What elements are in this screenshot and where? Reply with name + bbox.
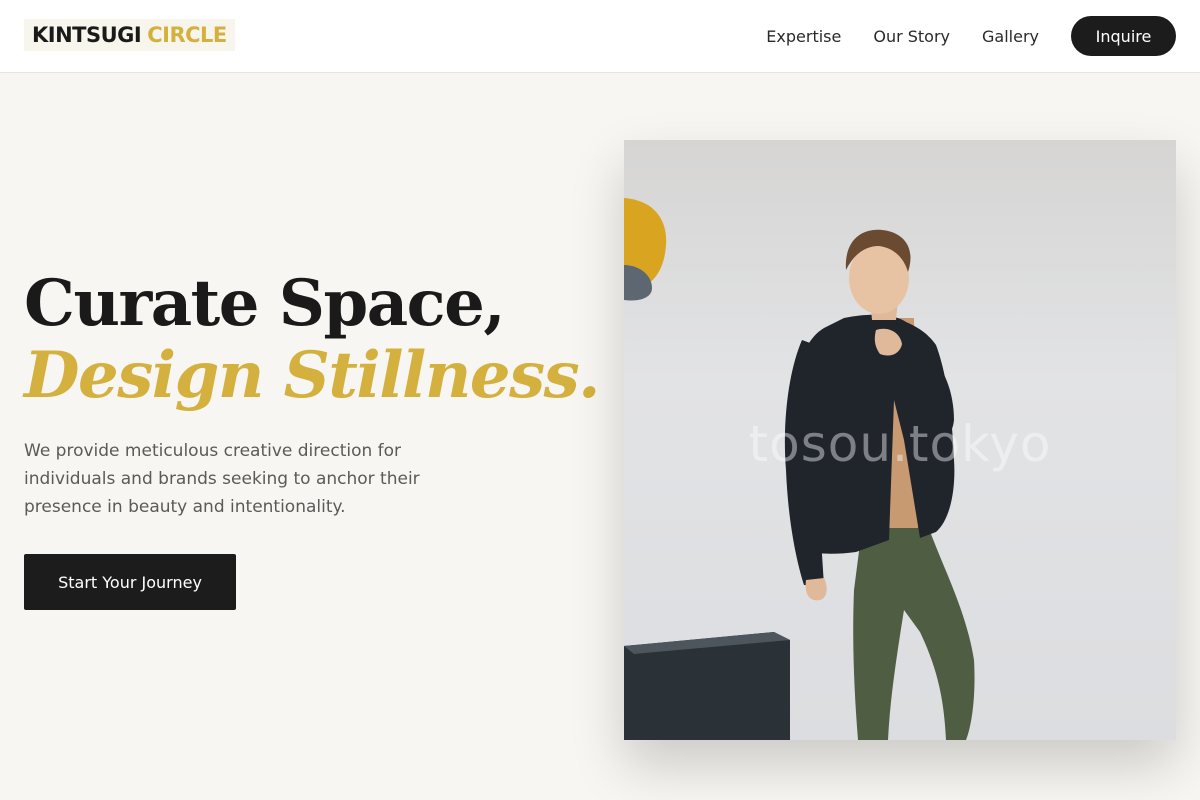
site-header: KINTSUGI CIRCLE Expertise Our Story Gall… (0, 0, 1200, 73)
inquire-button[interactable]: Inquire (1071, 16, 1176, 56)
hero-title-line1: Curate Space, (24, 266, 506, 341)
hero-photo: tosou.tokyo (624, 140, 1176, 740)
start-journey-button[interactable]: Start Your Journey (24, 554, 236, 610)
nav-link-expertise[interactable]: Expertise (766, 27, 841, 46)
logo-text-accent: CIRCLE (147, 23, 227, 47)
site-logo[interactable]: KINTSUGI CIRCLE (24, 19, 235, 51)
main-nav: Expertise Our Story Gallery Inquire (766, 16, 1176, 56)
photo-watermark: tosou.tokyo (748, 415, 1052, 473)
nav-link-our-story[interactable]: Our Story (873, 27, 950, 46)
logo-text-primary: KINTSUGI (32, 23, 142, 47)
hero-description: We provide meticulous creative direction… (24, 441, 420, 517)
hero-title: Curate Space, Design Stillness. (24, 266, 600, 413)
nav-link-gallery[interactable]: Gallery (982, 27, 1039, 46)
hero-title-line2: Design Stillness. (24, 338, 600, 413)
